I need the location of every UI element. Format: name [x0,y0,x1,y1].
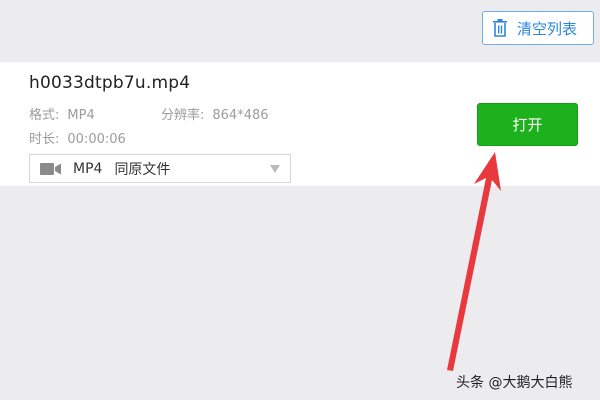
file-list-item: h0033dtpb7u.mp4 格式: MP4 分辨率: 864*486 时长: 00… [0,62,600,186]
watermark: 头条 @大鹅大白熊 [456,375,573,391]
duration-label: 时长: [29,132,60,147]
clear-list-button[interactable]: 清空列表 [482,11,594,45]
resolution-label: 分辨率: [161,108,205,123]
output-format-value: MP4 [73,160,103,177]
format-value: MP4 [67,108,95,123]
red-arrow-annotation [447,152,501,371]
file-name: h0033dtpb7u.mp4 [29,73,191,93]
duration-value: 00:00:06 [67,132,126,147]
chevron-down-icon [270,165,280,173]
output-format-select[interactable]: MP4 同原文件 [29,154,291,183]
resolution-value: 864*486 [212,108,269,123]
trash-icon [492,19,508,37]
open-button[interactable]: 打开 [477,103,578,146]
format-label: 格式: [29,108,60,123]
resolution-info: 分辨率: 864*486 [161,104,269,123]
duration-info: 时长: 00:00:06 [29,128,126,147]
video-camera-icon [40,162,62,175]
output-option-value: 同原文件 [114,161,171,178]
format-info: 格式: MP4 [29,104,95,123]
clear-list-label: 清空列表 [517,19,578,38]
